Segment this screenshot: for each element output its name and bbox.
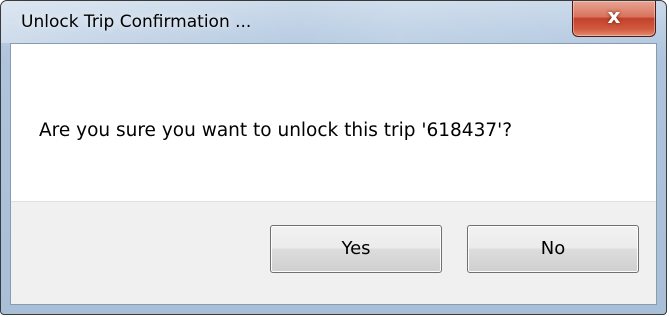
title-bar[interactable]: Unlock Trip Confirmation ... x [1, 1, 666, 43]
message-area: Are you sure you want to unlock this tri… [11, 44, 656, 201]
dialog-window: Unlock Trip Confirmation ... x Are you s… [0, 0, 667, 315]
confirmation-message: Are you sure you want to unlock this tri… [39, 120, 513, 141]
window-title: Unlock Trip Confirmation ... [21, 12, 252, 32]
dialog-content: Are you sure you want to unlock this tri… [10, 43, 657, 305]
close-button[interactable]: x [572, 1, 656, 37]
button-bar: Yes No [11, 201, 656, 304]
close-icon: x [607, 4, 621, 28]
no-button[interactable]: No [467, 225, 639, 273]
yes-button[interactable]: Yes [270, 225, 442, 273]
